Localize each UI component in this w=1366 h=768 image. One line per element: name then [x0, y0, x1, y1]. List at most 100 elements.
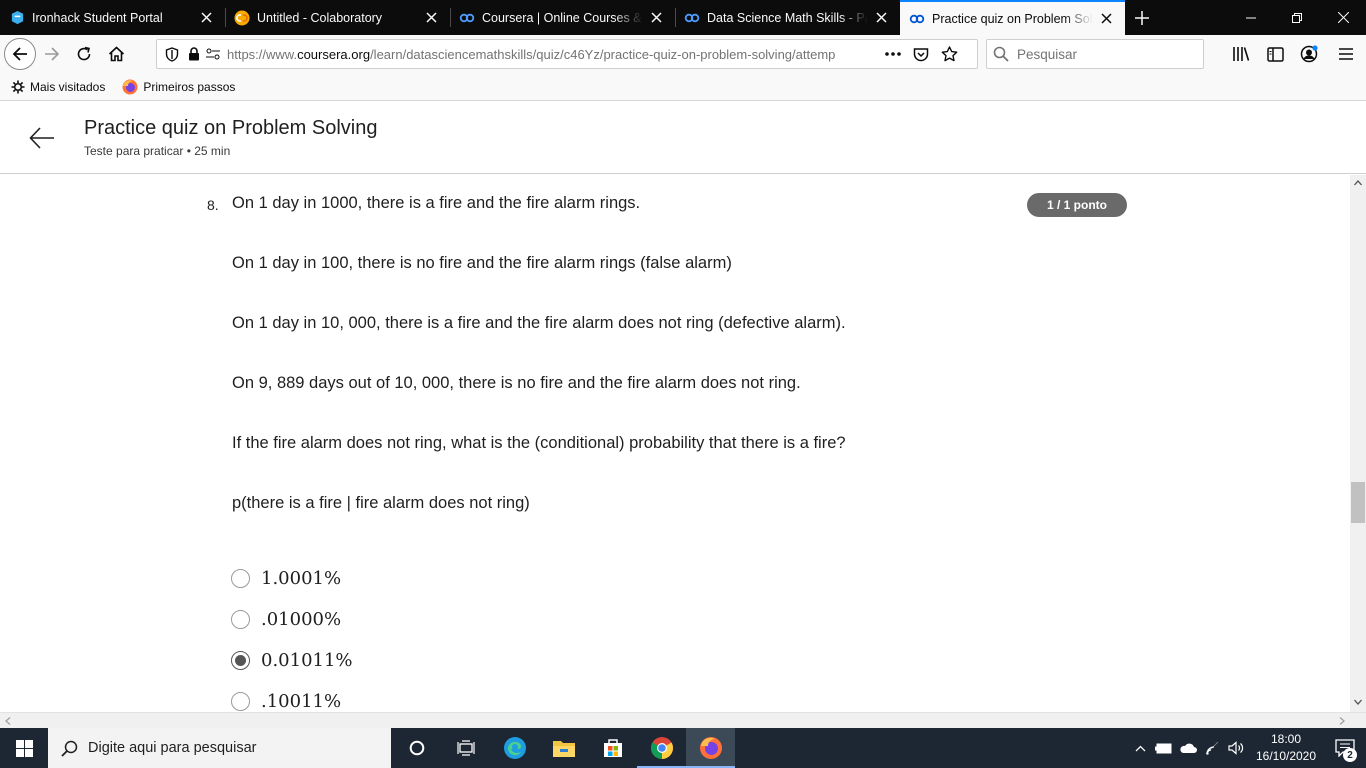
cortana-button[interactable]: [392, 728, 441, 768]
restore-button[interactable]: [1274, 0, 1320, 35]
back-button[interactable]: [4, 38, 36, 70]
bookmarks-toolbar: Mais visitados Primeiros passos: [0, 73, 1366, 101]
volume-button[interactable]: [1224, 728, 1248, 768]
radio-button[interactable]: [231, 691, 250, 711]
tab-coursera[interactable]: Coursera | Online Courses & Cr: [450, 0, 675, 35]
wifi-icon: [1205, 741, 1219, 755]
option-label: 0.01011%: [261, 649, 353, 671]
quiz-header: Practice quiz on Problem Solving Teste p…: [0, 101, 1366, 174]
system-tray: 18:00 16/10/2020 2: [1128, 728, 1366, 768]
notification-count-badge: 2: [1343, 748, 1357, 762]
option-label: 1.0001%: [261, 567, 342, 589]
search-bar-placeholder: Pesquisar: [1017, 46, 1078, 62]
quiz-back-button[interactable]: [27, 123, 57, 153]
taskbar-chrome[interactable]: [637, 728, 686, 768]
horizontal-scrollbar[interactable]: [0, 712, 1366, 728]
toolbar-right: [1224, 35, 1366, 73]
chevron-left-icon[interactable]: [5, 717, 11, 725]
question-line: On 1 day in 1000, there is a fire and th…: [232, 194, 641, 212]
task-view-button[interactable]: [441, 728, 490, 768]
colab-icon: [234, 10, 250, 26]
taskbar-file-explorer[interactable]: [539, 728, 588, 768]
vertical-scrollbar[interactable]: [1350, 175, 1366, 712]
taskbar-edge[interactable]: [490, 728, 539, 768]
show-hidden-icons[interactable]: [1128, 728, 1152, 768]
search-bar[interactable]: Pesquisar: [986, 39, 1204, 69]
bookmark-star-icon[interactable]: [941, 46, 958, 62]
clock[interactable]: 18:00 16/10/2020: [1248, 731, 1324, 765]
coursera-icon: [459, 10, 475, 26]
battery-button[interactable]: [1152, 728, 1176, 768]
action-center-button[interactable]: 2: [1324, 728, 1366, 768]
forward-button[interactable]: [36, 38, 68, 70]
question-number: 8.: [207, 197, 219, 213]
option-label: .10011%: [261, 690, 342, 712]
pocket-icon[interactable]: [913, 47, 929, 62]
url-domain: coursera.org: [297, 46, 371, 62]
sidebar-button[interactable]: [1258, 38, 1292, 70]
tab-data-science-math[interactable]: Data Science Math Skills - Págin: [675, 0, 900, 35]
firefox-icon: [122, 79, 138, 95]
answer-option[interactable]: .01000%: [231, 607, 341, 631]
tab-label: Data Science Math Skills - Págin: [707, 10, 868, 25]
onedrive-button[interactable]: [1176, 728, 1200, 768]
chevron-up-icon: [1135, 745, 1145, 751]
close-icon[interactable]: [197, 9, 215, 27]
bookmark-primeiros-passos[interactable]: Primeiros passos: [111, 75, 241, 99]
new-tab-button[interactable]: [1125, 0, 1159, 35]
question-area: 8. 1 / 1 ponto On 1 day in 1000, there i…: [0, 175, 1350, 712]
url-path: /learn/datasciencemathskills/quiz/c46Yz/…: [370, 46, 836, 62]
home-button[interactable]: [100, 38, 132, 70]
radio-button[interactable]: [231, 609, 250, 629]
search-icon: [61, 740, 78, 757]
taskbar-search-placeholder: Digite aqui para pesquisar: [88, 740, 257, 756]
bookmark-label: Mais visitados: [30, 79, 106, 94]
tab-practice-quiz[interactable]: Practice quiz on Problem Solvin: [900, 0, 1125, 35]
taskbar-firefox[interactable]: [686, 728, 735, 768]
lock-icon[interactable]: [188, 47, 200, 61]
taskbar-search[interactable]: Digite aqui para pesquisar: [48, 728, 391, 768]
scrollbar-thumb[interactable]: [1351, 482, 1365, 523]
chevron-right-icon[interactable]: [1339, 717, 1345, 725]
answer-option[interactable]: .10011%: [231, 689, 341, 712]
ironhack-icon: [9, 10, 25, 26]
close-icon[interactable]: [422, 9, 440, 27]
permissions-icon[interactable]: [205, 48, 221, 60]
close-icon[interactable]: [872, 9, 890, 27]
close-icon[interactable]: [647, 9, 665, 27]
shield-icon[interactable]: [165, 46, 179, 62]
answer-option[interactable]: 1.0001%: [231, 566, 341, 590]
account-icon: [1300, 45, 1318, 63]
tab-colab[interactable]: Untitled - Colaboratory: [225, 0, 450, 35]
minimize-button[interactable]: [1228, 0, 1274, 35]
question-line: If the fire alarm does not ring, what is…: [232, 434, 846, 452]
close-icon[interactable]: [1097, 10, 1115, 28]
bookmark-mais-visitados[interactable]: Mais visitados: [0, 75, 111, 99]
chevron-down-icon[interactable]: [1354, 699, 1362, 705]
chrome-icon: [650, 737, 673, 759]
network-button[interactable]: [1200, 728, 1224, 768]
radio-button[interactable]: [231, 568, 250, 588]
url-text[interactable]: https://www.coursera.org/learn/datascien…: [227, 47, 877, 62]
tab-ironhack[interactable]: Ironhack Student Portal: [0, 0, 225, 35]
answer-option[interactable]: 0.01011%: [231, 648, 353, 672]
windows-logo-icon: [15, 739, 33, 757]
close-window-button[interactable]: [1320, 0, 1366, 35]
library-button[interactable]: [1224, 38, 1258, 70]
radio-button-selected[interactable]: [231, 650, 250, 670]
clock-time: 18:00: [1270, 732, 1302, 746]
window-controls: [1228, 0, 1366, 35]
chevron-up-icon[interactable]: [1354, 180, 1362, 186]
page-actions-icon[interactable]: [885, 52, 901, 56]
url-bar[interactable]: https://www.coursera.org/learn/datascien…: [156, 39, 978, 69]
battery-icon: [1155, 743, 1172, 753]
account-button[interactable]: [1292, 38, 1326, 70]
arrow-left-icon: [29, 127, 54, 149]
question-line: On 1 day in 10, 000, there is a fire and…: [232, 314, 846, 332]
bookmark-label: Primeiros passos: [143, 79, 236, 94]
tab-label: Practice quiz on Problem Solvin: [932, 11, 1093, 26]
start-button[interactable]: [0, 728, 48, 768]
taskbar-store[interactable]: [588, 728, 637, 768]
reload-button[interactable]: [68, 38, 100, 70]
menu-button[interactable]: [1326, 38, 1366, 70]
